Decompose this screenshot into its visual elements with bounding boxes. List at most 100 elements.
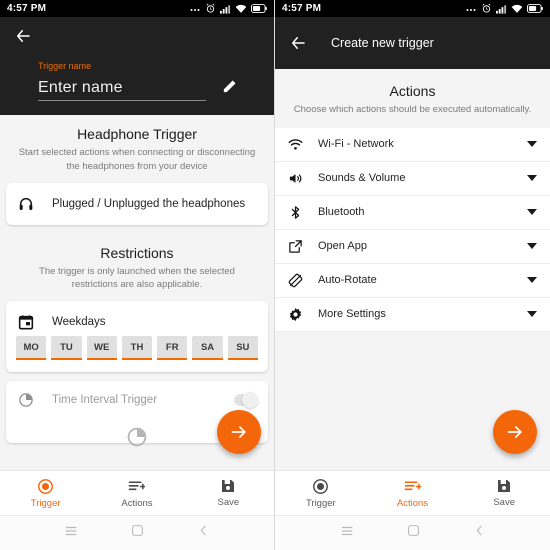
tab-save[interactable]: Save bbox=[458, 471, 550, 515]
floppy-disk-icon bbox=[498, 480, 511, 492]
tab-actions[interactable]: Actions bbox=[91, 471, 182, 515]
trigger-name-input[interactable]: Enter name bbox=[38, 79, 206, 101]
alarm-icon bbox=[206, 3, 215, 13]
clock-half-icon bbox=[18, 392, 44, 408]
chevron-down-icon[interactable] bbox=[527, 141, 537, 148]
arrow-right-icon bbox=[507, 426, 522, 438]
actions-section-subtitle: Choose which actions should be executed … bbox=[293, 104, 532, 115]
status-bar: 4:57 PM bbox=[0, 0, 274, 17]
tab-save-label: Save bbox=[217, 497, 240, 508]
tab-trigger[interactable]: Trigger bbox=[0, 471, 91, 515]
bottom-tab-bar: Trigger Actions Save bbox=[0, 470, 274, 515]
left-app-bar: Trigger name Enter name bbox=[0, 17, 274, 115]
action-label: Open App bbox=[318, 240, 367, 253]
tab-actions[interactable]: Actions bbox=[367, 471, 459, 515]
signal-icon bbox=[220, 4, 231, 14]
time-interval-toggle[interactable] bbox=[234, 392, 258, 409]
menu-icon[interactable] bbox=[64, 524, 78, 543]
action-row-sounds[interactable]: Sounds & Volume bbox=[275, 162, 550, 196]
weekday-chip-sa[interactable]: SA bbox=[192, 336, 223, 361]
action-label: Wi-Fi - Network bbox=[318, 138, 394, 151]
speaker-icon bbox=[288, 171, 310, 186]
list-plus-icon bbox=[404, 480, 421, 490]
back-chevron-icon[interactable] bbox=[197, 524, 210, 542]
weekday-chip-th[interactable]: TH bbox=[121, 336, 153, 361]
menu-icon[interactable] bbox=[340, 524, 354, 543]
next-fab-button[interactable] bbox=[217, 410, 261, 454]
status-bar-icons bbox=[190, 3, 267, 14]
action-row-auto-rotate[interactable]: Auto-Rotate bbox=[275, 264, 550, 298]
weekdays-card[interactable]: Weekdays MO TU WE TH FR SA SU bbox=[6, 301, 268, 373]
chevron-down-icon[interactable] bbox=[527, 243, 537, 250]
restrictions-section-subtitle: The trigger is only launched when the se… bbox=[39, 265, 235, 291]
weekday-chip-group: MO TU WE TH FR SA SU bbox=[6, 336, 268, 372]
weekday-chip-mo[interactable]: MO bbox=[16, 336, 47, 361]
home-square-icon[interactable] bbox=[407, 524, 420, 542]
list-plus-icon bbox=[129, 480, 146, 490]
chevron-down-icon[interactable] bbox=[527, 209, 537, 216]
left-phone-panel: 4:57 PM Trigger name Enter name Headphon… bbox=[0, 0, 275, 550]
wifi-icon bbox=[288, 137, 310, 152]
record-circle-icon bbox=[38, 478, 54, 494]
weekdays-label: Weekdays bbox=[52, 316, 106, 329]
chevron-down-icon[interactable] bbox=[527, 277, 537, 284]
back-arrow-icon[interactable] bbox=[12, 25, 34, 47]
status-bar-right: 4:57 PM bbox=[275, 0, 550, 17]
arrow-right-icon bbox=[231, 426, 246, 438]
bluetooth-icon bbox=[288, 205, 310, 220]
pencil-icon[interactable] bbox=[216, 73, 242, 99]
floppy-disk-icon bbox=[222, 480, 235, 492]
auto-rotate-icon bbox=[288, 273, 310, 288]
tab-actions-label: Actions bbox=[396, 497, 429, 509]
headphone-section-subtitle: Start selected actions when connecting o… bbox=[18, 147, 256, 172]
headphone-trigger-card[interactable]: Plugged / Unplugged the headphones bbox=[6, 182, 268, 225]
tab-trigger-label: Trigger bbox=[305, 497, 336, 509]
weekday-chip-fr[interactable]: FR bbox=[157, 336, 188, 361]
battery-icon bbox=[527, 4, 543, 13]
right-app-bar: Create new trigger bbox=[275, 17, 550, 69]
action-label: More Settings bbox=[318, 308, 386, 321]
trigger-name-block: Trigger name Enter name bbox=[0, 55, 274, 101]
headphone-row-label: Plugged / Unplugged the headphones bbox=[52, 197, 246, 210]
next-fab-button[interactable] bbox=[493, 410, 537, 454]
action-row-more-settings[interactable]: More Settings bbox=[275, 298, 550, 332]
weekday-chip-su[interactable]: SU bbox=[227, 336, 258, 361]
status-bar-clock-right: 4:57 PM bbox=[282, 3, 322, 14]
action-row-wifi[interactable]: Wi-Fi - Network bbox=[275, 128, 550, 162]
more-dots-icon bbox=[190, 9, 200, 11]
battery-icon bbox=[251, 4, 267, 13]
status-bar-icons-right bbox=[466, 3, 543, 14]
home-square-icon[interactable] bbox=[131, 524, 144, 542]
back-chevron-icon[interactable] bbox=[473, 524, 486, 542]
weekday-chip-we[interactable]: WE bbox=[86, 336, 117, 361]
tab-save-label: Save bbox=[493, 497, 515, 508]
chevron-down-icon[interactable] bbox=[527, 175, 537, 182]
signal-icon bbox=[496, 4, 507, 14]
status-bar-clock: 4:57 PM bbox=[7, 3, 47, 14]
clock-half-icon-partial bbox=[126, 426, 148, 453]
chevron-down-icon[interactable] bbox=[527, 311, 537, 318]
gear-icon bbox=[288, 307, 310, 322]
tab-trigger[interactable]: Trigger bbox=[275, 471, 367, 515]
weekday-chip-tu[interactable]: TU bbox=[51, 336, 82, 361]
actions-section-title: Actions bbox=[389, 83, 436, 99]
back-arrow-icon[interactable] bbox=[287, 32, 309, 54]
headphone-section-title: Headphone Trigger bbox=[77, 126, 197, 142]
open-external-icon bbox=[288, 239, 310, 254]
more-dots-icon bbox=[466, 9, 476, 11]
restrictions-section-title: Restrictions bbox=[100, 244, 174, 261]
wifi-icon bbox=[511, 4, 523, 13]
actions-list: Wi-Fi - Network Sounds & Volume Bluetoot… bbox=[275, 127, 550, 332]
calendar-icon bbox=[18, 314, 44, 330]
tab-save[interactable]: Save bbox=[183, 471, 274, 515]
left-scroll-body[interactable]: Headphone Trigger Start selected actions… bbox=[0, 115, 274, 470]
time-interval-label: Time Interval Trigger bbox=[52, 394, 158, 407]
action-label: Bluetooth bbox=[318, 206, 365, 219]
trigger-name-label: Trigger name bbox=[38, 61, 92, 71]
right-scroll-body[interactable]: Actions Choose which actions should be e… bbox=[275, 69, 550, 470]
action-row-bluetooth[interactable]: Bluetooth bbox=[275, 196, 550, 230]
bottom-tab-bar-right: Trigger Actions Save bbox=[275, 470, 550, 515]
tab-trigger-label: Trigger bbox=[30, 497, 61, 509]
action-row-open-app[interactable]: Open App bbox=[275, 230, 550, 264]
action-label: Sounds & Volume bbox=[318, 172, 406, 185]
